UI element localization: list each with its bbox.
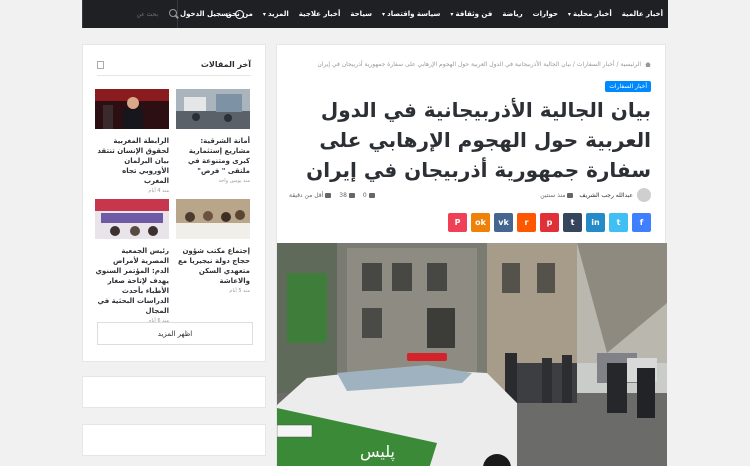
post-title[interactable]: رئيس الجمعية المصرية لأمراض الدم: المؤتم… <box>95 246 169 316</box>
empty-widget <box>82 376 266 408</box>
pinterest-share-button[interactable]: p <box>540 213 559 232</box>
show-more-button[interactable]: اظهر المزيد <box>97 322 253 345</box>
author-avatar[interactable] <box>637 188 651 202</box>
linkedin-share-button[interactable]: in <box>586 213 605 232</box>
sidebar-post[interactable]: الرابطة المغربية لحقوق الإنسان تنتقد بيا… <box>95 89 169 194</box>
odnoklassniki-share-button[interactable]: ok <box>471 213 490 232</box>
post-thumbnail[interactable] <box>176 199 250 239</box>
article-container: الرئيسية / أخبار السفارات / بيان الجالية… <box>276 44 667 466</box>
search-box <box>82 0 178 28</box>
post-thumbnail[interactable] <box>95 89 169 129</box>
nav-item[interactable]: أخبار علاجية <box>294 0 346 28</box>
share-buttons: f t in t p r vk ok P <box>448 213 651 232</box>
post-date: منذ 5 أيام <box>229 288 250 294</box>
article-stats: 0 38 أقل من دقيقة <box>289 187 375 203</box>
nav-item[interactable]: رياضة <box>497 0 527 28</box>
home-icon <box>645 62 651 67</box>
post-thumbnail[interactable] <box>176 89 250 129</box>
nav-item[interactable]: سياحة <box>345 0 377 28</box>
sidebar-post[interactable]: أمانة الشرقية: مشاريع إستثمارية كبرى ومت… <box>176 89 250 184</box>
breadcrumb-text: الرئيسية / أخبار السفارات / بيان الجالية… <box>317 61 642 68</box>
nav-item[interactable]: سياسة واقتصاد <box>377 0 445 29</box>
login-label: تسجيل الدخول <box>180 10 231 18</box>
article-title: بيان الجالية الأذربيجانية في الدول العرب… <box>306 98 651 182</box>
police-car-sign: پلیس <box>360 442 395 462</box>
views-count: 38 <box>339 192 355 199</box>
author-name[interactable]: عبدالله رجب الشريف <box>579 192 633 199</box>
post-title[interactable]: إجتماع مكتب شؤون حجاج دولة نيجيريا مع مت… <box>176 246 250 286</box>
post-date: منذ سنتين <box>540 192 574 199</box>
article-meta: عبدالله رجب الشريف منذ سنتين 0 38 أقل من… <box>289 187 651 203</box>
main-menu: أخبار عالميةأخبار محليةحواراترياضةفن وثق… <box>221 0 668 28</box>
nav-item[interactable]: فن وثقافة <box>445 0 497 29</box>
post-date: منذ 4 أيام <box>148 188 169 194</box>
top-navbar: أخبار عالميةأخبار محليةحواراترياضةفن وثق… <box>82 0 668 28</box>
search-input[interactable] <box>83 10 164 18</box>
facebook-share-button[interactable]: f <box>632 213 651 232</box>
post-title[interactable]: الرابطة المغربية لحقوق الإنسان تنتقد بيا… <box>95 136 169 186</box>
post-title[interactable]: أمانة الشرقية: مشاريع إستثمارية كبرى ومت… <box>176 136 250 176</box>
post-date: منذ يومين واحد <box>218 178 250 184</box>
comments-count[interactable]: 0 <box>363 192 375 199</box>
article-photo: پلیس <box>277 243 667 466</box>
sidebar-post[interactable]: رئيس الجمعية المصرية لأمراض الدم: المؤتم… <box>95 199 169 324</box>
twitter-share-button[interactable]: t <box>609 213 628 232</box>
comment-icon <box>368 192 375 198</box>
category-badge[interactable]: أخبار السفارات <box>605 81 651 92</box>
search-icon[interactable] <box>169 9 177 19</box>
empty-widget <box>82 424 266 456</box>
breadcrumb[interactable]: الرئيسية / أخبار السفارات / بيان الجالية… <box>317 61 651 68</box>
nav-item[interactable]: أخبار عالمية <box>617 0 668 28</box>
widget-title: آخر المقالات <box>200 60 251 69</box>
nav-item[interactable]: حوارات <box>528 0 563 28</box>
reddit-share-button[interactable]: r <box>517 213 536 232</box>
pocket-share-button[interactable]: P <box>448 213 467 232</box>
tumblr-share-button[interactable]: t <box>563 213 582 232</box>
latest-articles-widget: آخر المقالات أمانة الشرقية: مشاريع إستثم… <box>82 44 266 362</box>
read-time: أقل من دقيقة <box>289 192 332 199</box>
user-icon <box>234 9 244 19</box>
fire-icon <box>348 192 355 198</box>
document-icon <box>97 61 104 69</box>
widget-divider <box>97 75 251 76</box>
vk-share-button[interactable]: vk <box>494 213 513 232</box>
sidebar-post[interactable]: إجتماع مكتب شؤون حجاج دولة نيجيريا مع مت… <box>176 199 250 294</box>
nav-item[interactable]: أخبار محلية <box>563 0 617 29</box>
nav-item[interactable]: المزيد <box>258 0 294 29</box>
login-link[interactable]: تسجيل الدخول <box>180 0 244 28</box>
bookmark-icon <box>325 192 332 198</box>
clock-icon <box>567 192 574 198</box>
post-thumbnail[interactable] <box>95 199 169 239</box>
